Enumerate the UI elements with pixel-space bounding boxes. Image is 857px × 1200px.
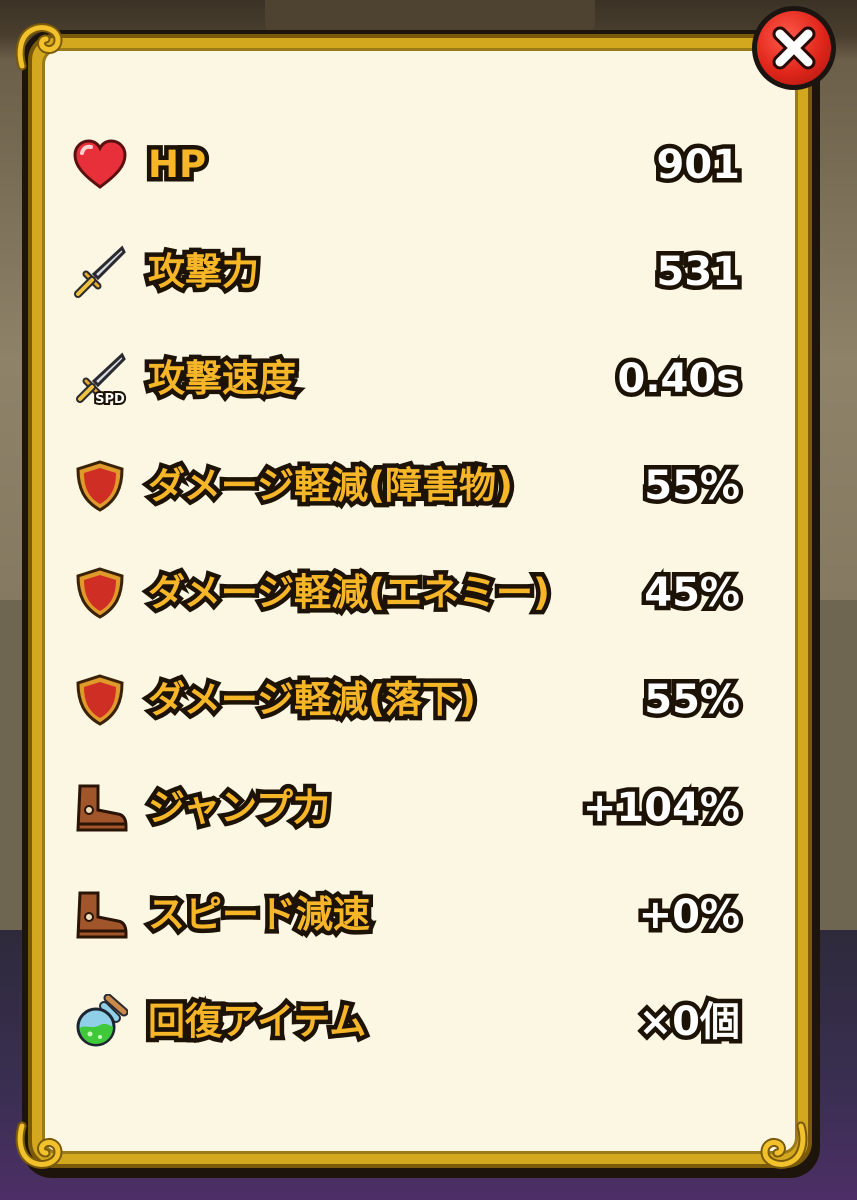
boot-icon (76, 784, 128, 832)
frame-corner-ornament (760, 1121, 808, 1169)
sword-icon (74, 245, 126, 299)
heart-icon (73, 139, 127, 189)
stat-value: 55% (640, 673, 745, 728)
stat-label: 攻撃力 (144, 246, 264, 298)
stat-row-damage-reduction-enemy: ダメージ軽減(エネミー) 45% (72, 540, 745, 647)
stat-value: 0.40s (613, 352, 744, 407)
stat-label: 攻撃速度 (144, 353, 301, 405)
stat-value: +104% (578, 780, 744, 835)
stat-row-hp: HP 901 (72, 112, 744, 219)
stat-label: ダメージ軽減(障害物) (144, 460, 518, 512)
stat-label: HP (143, 139, 210, 191)
stat-row-damage-reduction-fall: ダメージ軽減(落下) 55% (72, 647, 745, 754)
frame-corner-ornament (15, 23, 63, 71)
stat-row-speed-slowdown: スピード減速 +0% (72, 862, 745, 969)
stats-list: HP 901 攻撃力 531 SPD 攻撃速度 0.40s ダメージ軽減(障害物… (72, 112, 745, 1076)
stat-label: ダメージ軽減(エネミー) (144, 567, 555, 619)
stat-row-jump: ジャンプ力 +104% (72, 755, 745, 862)
stat-label: スピード減速 (144, 888, 375, 940)
stat-value: 531 (652, 245, 744, 300)
stat-value: 45% (640, 566, 745, 621)
stat-value: 901 (652, 138, 744, 193)
stat-row-recovery-items: 回復アイテム ×0個 (72, 969, 745, 1076)
shield-icon (76, 674, 124, 727)
shield-icon (76, 460, 124, 513)
stat-row-damage-reduction-obstacle: ダメージ軽減(障害物) 55% (72, 433, 745, 540)
stat-value: 55% (640, 459, 745, 514)
close-button[interactable] (752, 6, 836, 90)
potion-icon (76, 993, 128, 1047)
frame-corner-ornament (15, 1121, 63, 1169)
stat-label: ジャンプ力 (143, 781, 334, 833)
spd-badge: SPD (95, 392, 125, 407)
close-x-icon (772, 26, 816, 70)
shield-icon (76, 567, 124, 620)
sword-speed-icon: SPD (76, 352, 127, 407)
stat-value: +0% (634, 887, 744, 942)
boot-icon (76, 891, 128, 939)
stat-label: ダメージ軽減(落下) (144, 674, 481, 726)
stat-value: ×0個 (634, 994, 744, 1049)
stat-label: 回復アイテム (143, 995, 370, 1047)
stat-row-attack-speed: SPD 攻撃速度 0.40s (72, 326, 744, 433)
stat-row-attack: 攻撃力 531 (72, 219, 744, 326)
